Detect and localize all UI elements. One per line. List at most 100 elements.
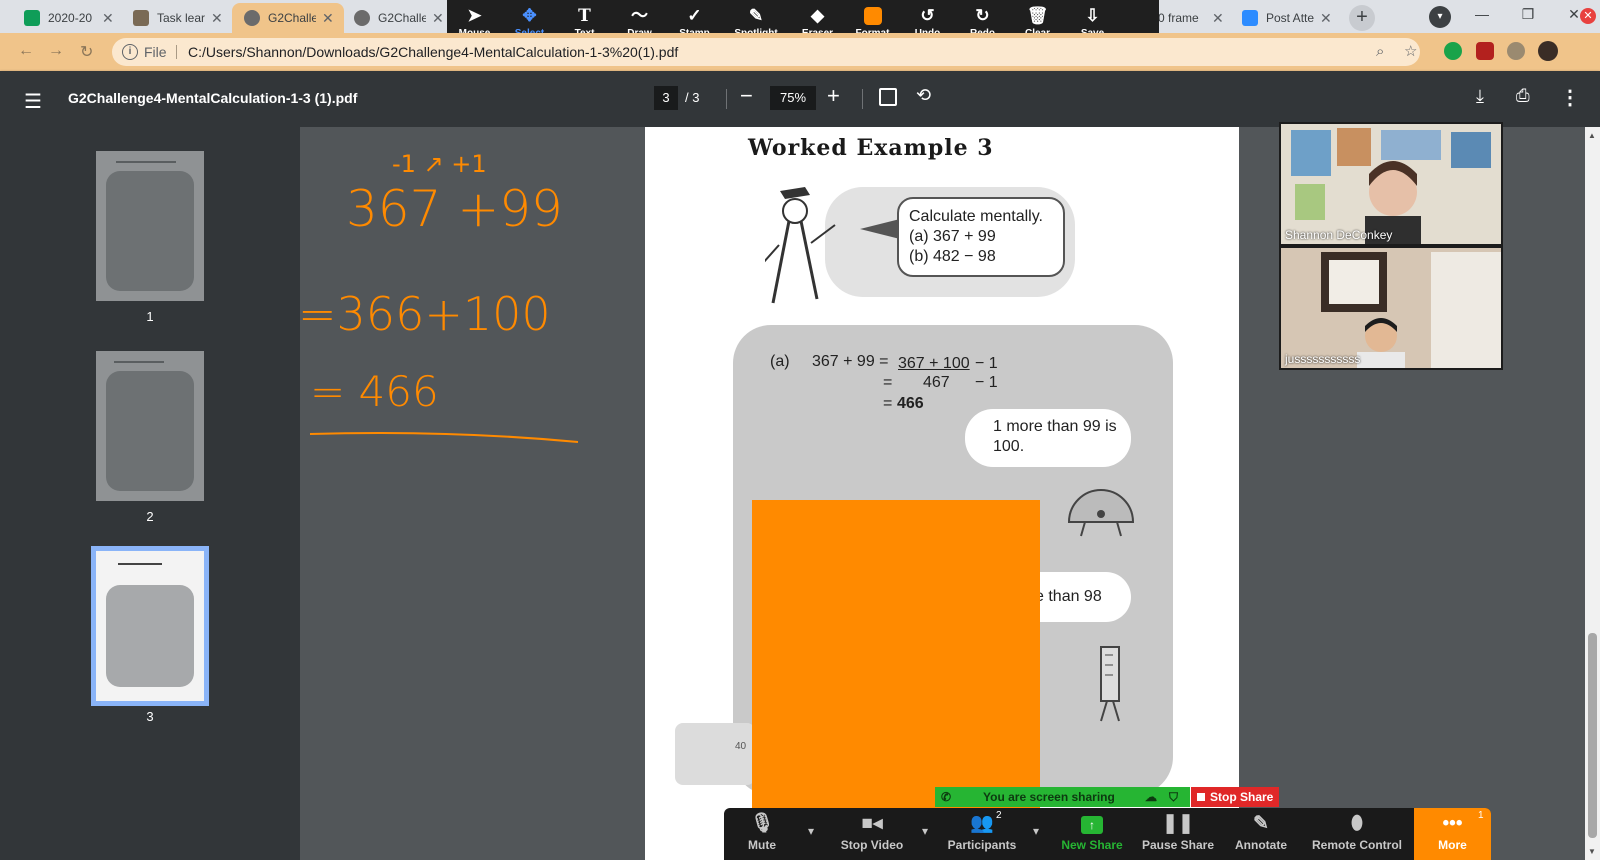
tab-title: Post Atte: [1266, 11, 1314, 25]
close-annotation-icon[interactable]: ✕: [1580, 8, 1596, 24]
participants-count: 2: [996, 810, 1002, 821]
fit-page-icon[interactable]: [879, 88, 897, 106]
page-thumbnail-1[interactable]: [96, 151, 204, 301]
hint-bubble-1: 1 more than 99 is 100.: [965, 409, 1131, 467]
tab-pdf-active[interactable]: G2Challe ✕: [232, 3, 344, 33]
hint-text: 1 more than 99 is 100.: [993, 418, 1117, 455]
close-icon[interactable]: ✕: [211, 10, 223, 27]
participants-button[interactable]: 👥 Participants: [934, 808, 1030, 860]
zoom-out-icon[interactable]: −: [740, 83, 753, 109]
stop-share-button[interactable]: Stop Share: [1191, 787, 1279, 807]
work-line-1-left: 367 + 99 =: [812, 353, 889, 370]
work-line-3-eq: =: [883, 395, 893, 412]
url-text: C:/Users/Shannon/Downloads/G2Challenge4-…: [188, 44, 679, 60]
microphone-icon: 🎙: [749, 813, 775, 834]
rotate-icon[interactable]: ⟲: [916, 85, 931, 106]
page-thumbnail-2[interactable]: [96, 351, 204, 501]
print-icon[interactable]: ⎙: [1516, 86, 1530, 106]
tab-frames[interactable]: 0 frame ✕: [1148, 3, 1224, 33]
vertical-scrollbar[interactable]: ▲ ▼: [1585, 127, 1600, 860]
more-vert-icon[interactable]: ⋮: [1560, 85, 1580, 110]
minimize-icon[interactable]: —: [1460, 0, 1504, 30]
close-icon[interactable]: ✕: [1212, 10, 1224, 27]
annotate-button[interactable]: ✎ Annotate: [1222, 808, 1300, 860]
divider: [862, 89, 863, 109]
scroll-up-icon[interactable]: ▲: [1588, 131, 1596, 140]
page-number-tag: 40: [735, 741, 747, 752]
speech-bubble-tail: [860, 219, 900, 239]
mouse-icon: ⬮: [1351, 813, 1363, 834]
pointer-icon: ➤: [467, 6, 482, 25]
video-camera-icon: ■◂: [861, 813, 883, 834]
stop-square-icon: [1197, 793, 1205, 801]
save-icon: ⇩: [1085, 6, 1100, 25]
thumbnail-content: [106, 171, 194, 291]
ublock-icon[interactable]: [1476, 42, 1494, 60]
chevron-down-icon[interactable]: ▾: [922, 824, 928, 838]
remote-control-button[interactable]: ⬮ Remote Control: [1300, 808, 1414, 860]
close-icon[interactable]: ✕: [432, 10, 444, 27]
back-icon[interactable]: ←: [18, 42, 34, 60]
trash-icon: 🗑: [1026, 6, 1049, 25]
mute-button[interactable]: 🎙 Mute: [724, 808, 800, 860]
chevron-down-icon[interactable]: ▾: [808, 824, 814, 838]
chevron-down-icon[interactable]: ▾: [1033, 824, 1039, 838]
thumbnail-line: [118, 563, 162, 565]
scroll-down-icon[interactable]: ▼: [1588, 847, 1596, 856]
pause-share-button[interactable]: ❚❚ Pause Share: [1134, 808, 1222, 860]
thumbnail-number: 1: [146, 309, 154, 324]
scrollbar-thumb[interactable]: [1588, 633, 1597, 838]
text-icon: T: [578, 6, 591, 26]
participants-icon: 👥: [970, 813, 994, 834]
page-number-input[interactable]: 3: [654, 86, 678, 110]
reload-icon[interactable]: ↻: [80, 42, 93, 62]
tab-pdf[interactable]: G2Challe ✕: [342, 3, 448, 33]
thumbnail-line: [116, 161, 176, 163]
thumbnail-content: [106, 585, 194, 687]
url-input[interactable]: i File C:/Users/Shannon/Downloads/G2Chal…: [112, 38, 1420, 66]
document-title: G2Challenge4-MentalCalculation-1-3 (1).p…: [68, 90, 358, 106]
tab-search-icon[interactable]: ▾: [1429, 6, 1451, 28]
restore-icon[interactable]: ❐: [1506, 0, 1550, 30]
cloud-icon: ☁: [1145, 790, 1157, 804]
participant-name: jusssssssssss: [1285, 352, 1361, 366]
zoom-logo-icon: [1242, 10, 1258, 26]
close-icon[interactable]: ✕: [322, 10, 334, 27]
speech-line: Calculate mentally.: [909, 208, 1043, 225]
stop-video-label: Stop Video: [840, 838, 904, 852]
menu-icon[interactable]: ☰: [24, 89, 42, 114]
zoom-lens-icon[interactable]: ⌕: [1376, 38, 1384, 66]
mute-label: Mute: [748, 838, 776, 852]
more-label: More: [1438, 838, 1467, 852]
puzzle-icon[interactable]: [1507, 42, 1525, 60]
zoom-level-input[interactable]: 75%: [770, 86, 816, 110]
redo-icon: ↻: [975, 6, 990, 25]
eraser-icon: ◆: [810, 6, 825, 25]
tab-title: G2Challe: [268, 11, 316, 25]
new-tab-button[interactable]: +: [1349, 5, 1375, 31]
bookmark-star-icon[interactable]: ☆: [1404, 38, 1417, 66]
thumbnail-sidebar: 1 2 3: [0, 127, 300, 860]
close-icon[interactable]: ✕: [102, 10, 114, 27]
zoom-meeting-controls: 🎙 Mute ▾ ■◂ Stop Video ▾ 👥 Participants 2 ▾…: [724, 808, 1491, 860]
profile-avatar[interactable]: [1538, 41, 1558, 61]
extension-icon[interactable]: [1444, 42, 1462, 60]
worked-example-heading: Worked Example 3: [748, 135, 994, 161]
forward-icon[interactable]: →: [48, 42, 64, 60]
pause-icon: ❚❚: [1162, 813, 1194, 834]
close-icon[interactable]: ✕: [1320, 10, 1332, 27]
info-icon[interactable]: i: [122, 44, 138, 60]
stop-video-button[interactable]: ■◂ Stop Video: [824, 808, 920, 860]
download-icon[interactable]: ⤓: [1476, 86, 1484, 107]
video-tile-participant[interactable]: jusssssssssss: [1279, 246, 1503, 370]
new-share-button[interactable]: ↑ New Share: [1050, 808, 1134, 860]
thumbnail-number: 2: [146, 509, 154, 524]
video-tile-host[interactable]: Shannon DeConkey: [1279, 122, 1503, 246]
tab-spreadsheet[interactable]: 2020-20 ✕: [12, 3, 130, 33]
more-count: 1: [1478, 810, 1484, 821]
tab-task[interactable]: Task lear ✕: [121, 3, 233, 33]
page-total: / 3: [685, 90, 700, 105]
tab-post-attendance[interactable]: Post Atte ✕: [1230, 3, 1342, 33]
zoom-in-icon[interactable]: +: [827, 83, 840, 109]
page-thumbnail-3[interactable]: [91, 546, 209, 706]
